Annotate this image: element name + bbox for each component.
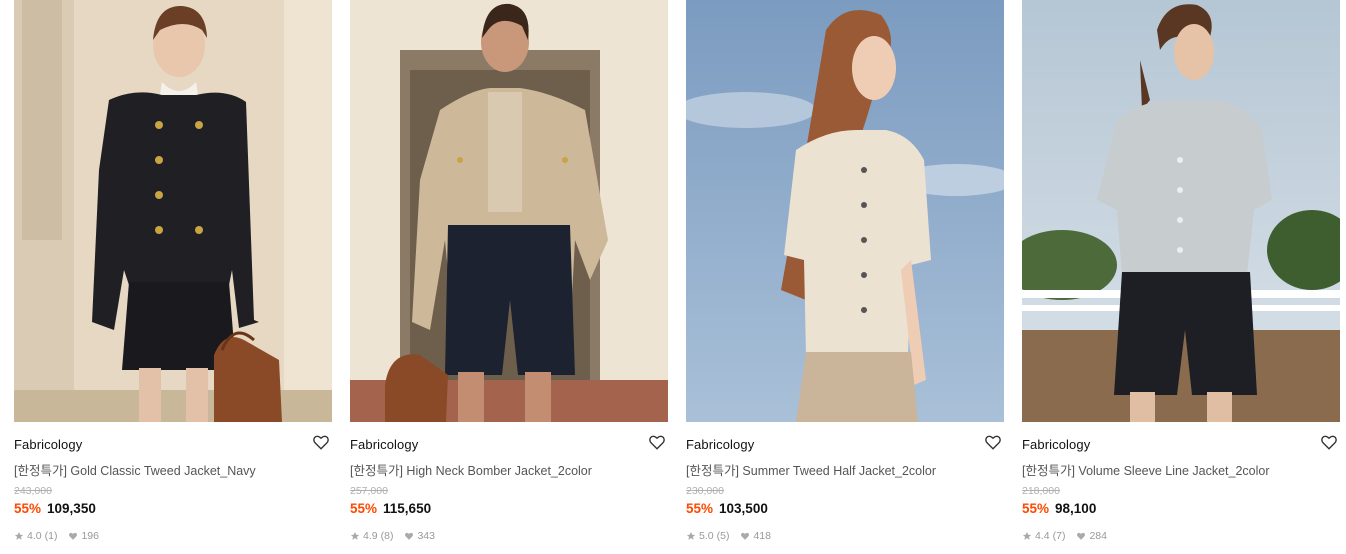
product-meta: 4.4 (7) 284 xyxy=(1022,530,1107,542)
original-price: 243,000 xyxy=(14,485,52,497)
sale-price: 98,100 xyxy=(1055,501,1097,516)
heart-icon[interactable] xyxy=(312,433,330,451)
brand-name[interactable]: Fabricology xyxy=(350,437,418,452)
product-card[interactable]: Fabricology [한정특가] Gold Classic Tweed Ja… xyxy=(14,0,332,554)
original-price: 218,000 xyxy=(1022,485,1060,497)
sale-price: 115,650 xyxy=(383,501,432,516)
discount-rate: 55% xyxy=(350,501,378,516)
product-name[interactable]: [한정특가] Gold Classic Tweed Jacket_Navy xyxy=(14,460,256,479)
product-meta: 4.0 (1) 196 xyxy=(14,530,99,542)
brand-name[interactable]: Fabricology xyxy=(1022,437,1090,452)
review-count: (8) xyxy=(380,530,394,542)
product-card[interactable]: Fabricology [한정특가] Summer Tweed Half Jac… xyxy=(686,0,1004,554)
rating: 4.9 xyxy=(363,530,378,542)
product-name[interactable]: [한정특가] High Neck Bomber Jacket_2color xyxy=(350,460,592,479)
review-count: (5) xyxy=(716,530,730,542)
product-image[interactable] xyxy=(1022,0,1340,422)
like-count: 196 xyxy=(81,530,99,542)
original-price: 230,000 xyxy=(686,485,724,497)
price-row: 55% 109,350 xyxy=(14,501,96,516)
star-icon xyxy=(1022,531,1032,540)
product-card[interactable]: Fabricology [한정특가] Volume Sleeve Line Ja… xyxy=(1022,0,1340,554)
price-row: 55% 98,100 xyxy=(1022,501,1096,516)
sale-price: 103,500 xyxy=(719,501,768,516)
product-name[interactable]: [한정특가] Volume Sleeve Line Jacket_2color xyxy=(1022,460,1270,479)
discount-rate: 55% xyxy=(14,501,42,516)
rating: 4.0 xyxy=(27,530,42,542)
star-icon xyxy=(686,531,696,540)
rating: 4.4 xyxy=(1035,530,1050,542)
heart-icon xyxy=(741,532,750,540)
price-row: 55% 103,500 xyxy=(686,501,768,516)
brand-name[interactable]: Fabricology xyxy=(686,437,754,452)
discount-rate: 55% xyxy=(1022,501,1050,516)
like-count: 343 xyxy=(417,530,435,542)
product-image[interactable] xyxy=(350,0,668,422)
like-count: 418 xyxy=(753,530,771,542)
heart-icon[interactable] xyxy=(1320,433,1338,451)
price-row: 55% 115,650 xyxy=(350,501,431,516)
product-meta: 4.9 (8) 343 xyxy=(350,530,435,542)
original-price: 257,000 xyxy=(350,485,388,497)
star-icon xyxy=(14,531,24,540)
heart-icon[interactable] xyxy=(648,433,666,451)
product-image[interactable] xyxy=(14,0,332,422)
discount-rate: 55% xyxy=(686,501,714,516)
review-count: (7) xyxy=(1052,530,1066,542)
brand-name[interactable]: Fabricology xyxy=(14,437,82,452)
heart-icon[interactable] xyxy=(984,433,1002,451)
heart-icon xyxy=(1077,532,1086,540)
heart-icon xyxy=(69,532,78,540)
heart-icon xyxy=(405,532,414,540)
product-image[interactable] xyxy=(686,0,1004,422)
product-card[interactable]: Fabricology [한정특가] High Neck Bomber Jack… xyxy=(350,0,668,554)
product-meta: 5.0 (5) 418 xyxy=(686,530,771,542)
product-name[interactable]: [한정특가] Summer Tweed Half Jacket_2color xyxy=(686,460,936,479)
star-icon xyxy=(350,531,360,540)
review-count: (1) xyxy=(44,530,58,542)
sale-price: 109,350 xyxy=(47,501,96,516)
like-count: 284 xyxy=(1089,530,1107,542)
rating: 5.0 xyxy=(699,530,714,542)
